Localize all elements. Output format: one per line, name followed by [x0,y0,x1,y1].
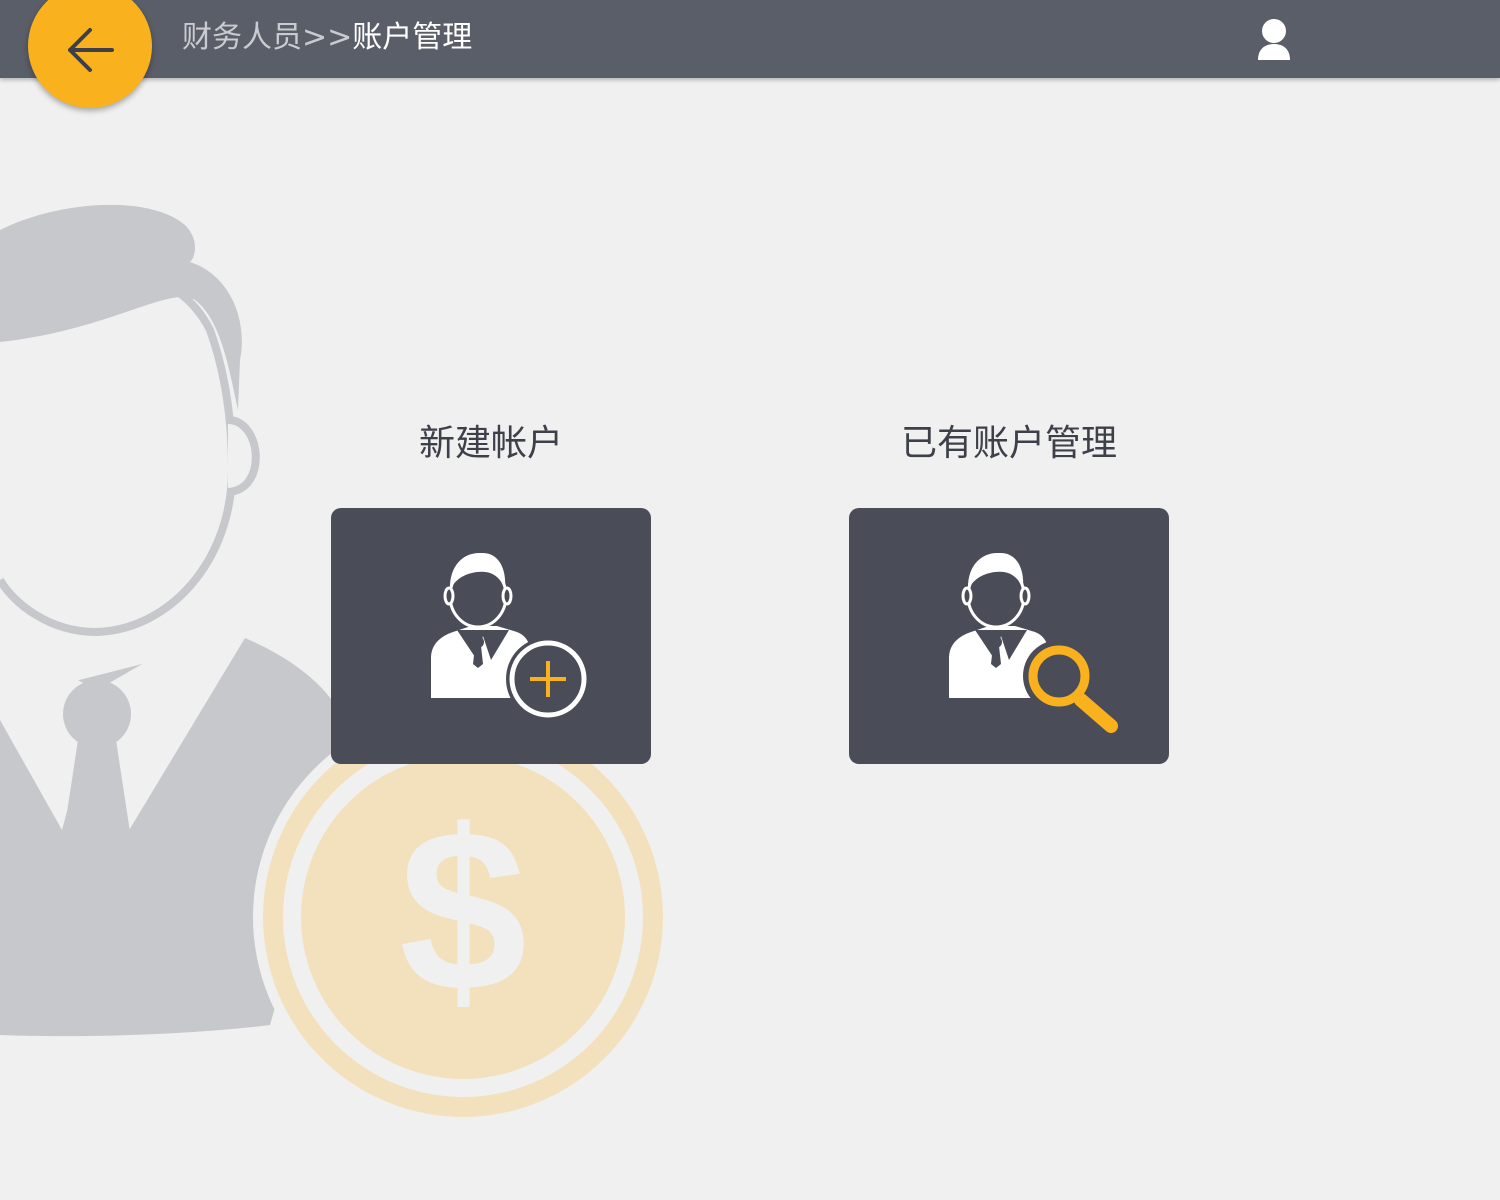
top-bar: 财务人员>>账户管理 [0,0,1500,78]
existing-accounts-label: 已有账户管理 [900,423,1117,464]
new-account-label: 新建帐户 [418,423,563,464]
user-profile-button[interactable] [1252,18,1296,62]
background-illustration: $ [0,204,673,1127]
breadcrumb: 财务人员>>账户管理 [182,18,472,58]
user-add-icon [431,552,590,721]
breadcrumb-separator: >> [302,20,353,55]
user-icon [1258,19,1290,60]
user-search-icon [949,552,1118,733]
breadcrumb-current: 账户管理 [352,20,473,55]
coin-illustration: $ [253,707,673,1127]
svg-text:$: $ [399,782,527,1039]
page: $ 财务人员>>账户管理 新建帐户 已有账户管理 [0,0,1500,1200]
breadcrumb-parent[interactable]: 财务人员 [182,20,302,55]
existing-accounts-tile[interactable] [849,508,1169,764]
arrow-left-icon [68,28,114,72]
new-account-tile[interactable] [331,508,651,764]
